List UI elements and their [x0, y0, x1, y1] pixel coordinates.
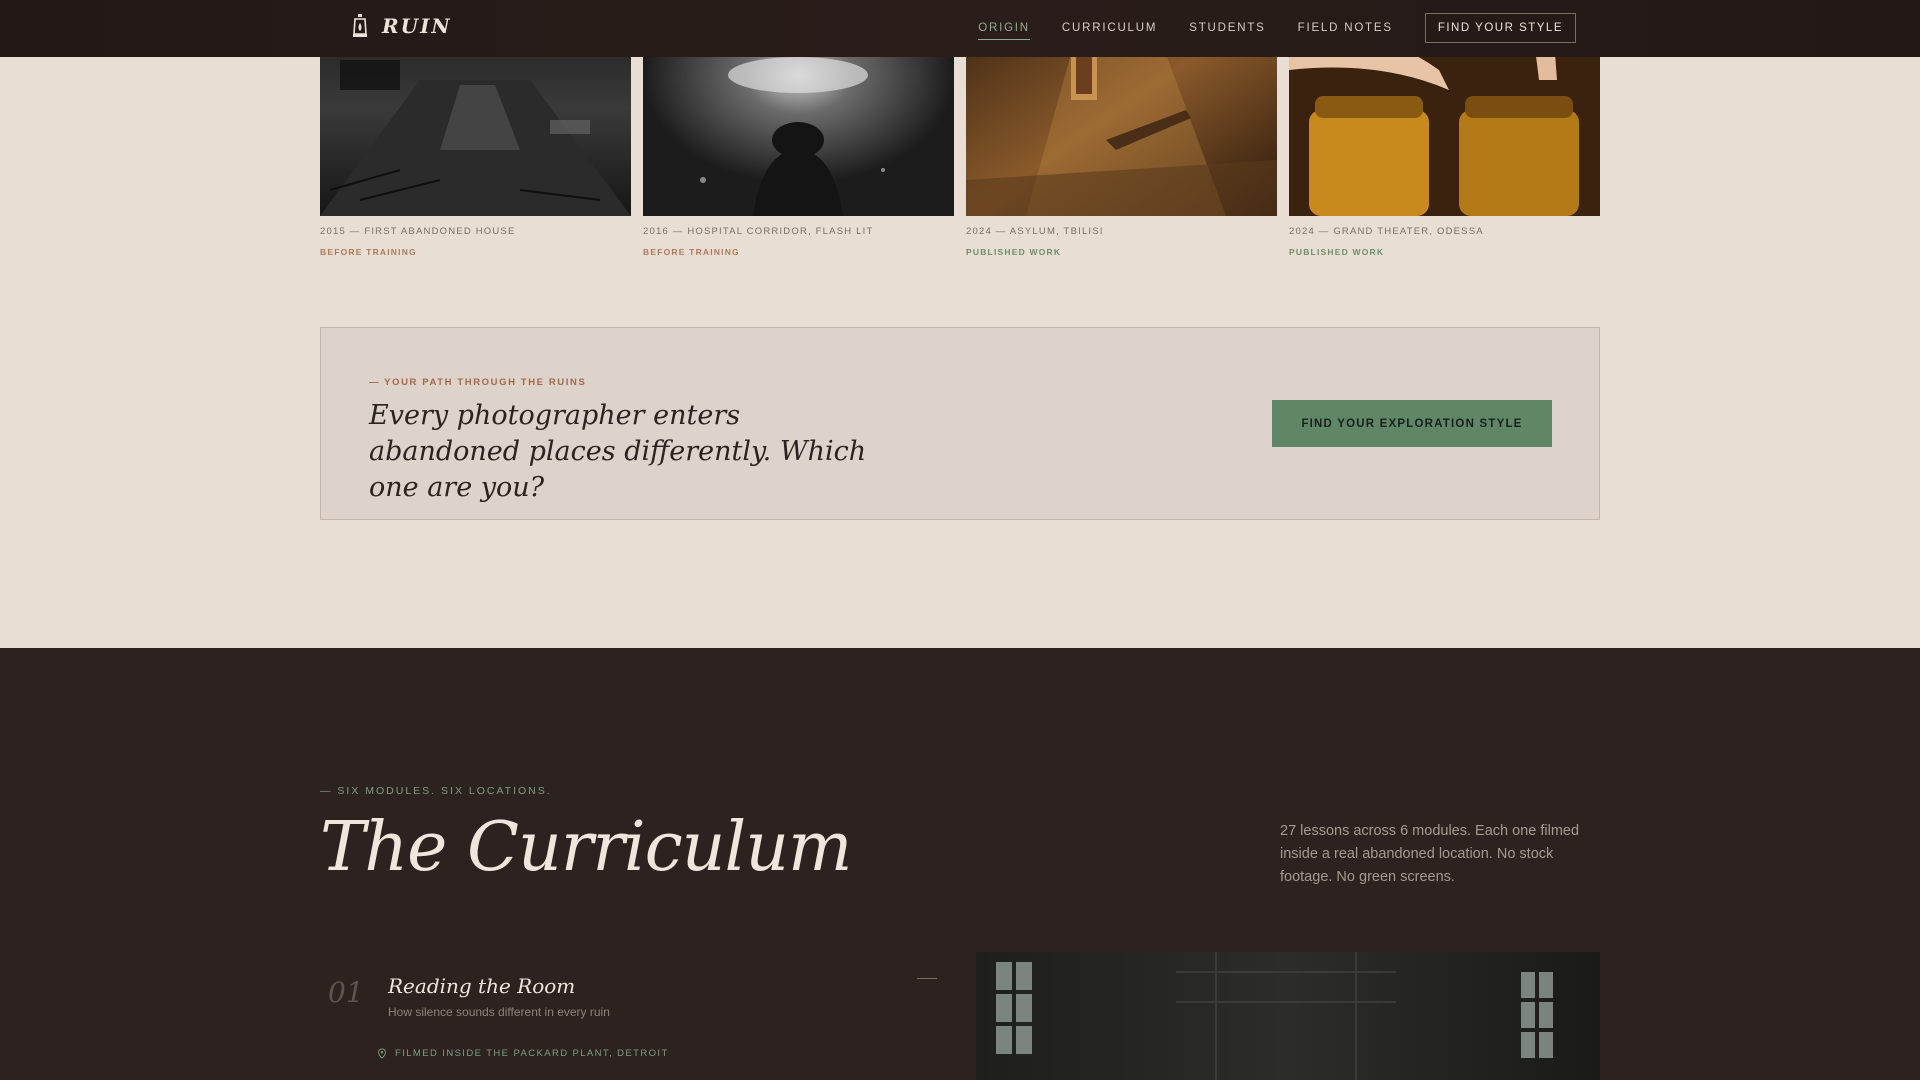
module-photo-packard-plant [976, 952, 1600, 1080]
find-exploration-style-button[interactable]: FIND YOUR EXPLORATION STYLE [1272, 400, 1552, 447]
module-item[interactable]: 01 Reading the Room How silence sounds d… [320, 946, 944, 1080]
find-your-style-button[interactable]: FIND YOUR STYLE [1424, 13, 1576, 43]
nav-link-origin[interactable]: ORIGIN [978, 16, 1030, 40]
nav-link-field-notes[interactable]: FIELD NOTES [1298, 16, 1393, 40]
gallery-caption: 2016 — HOSPITAL CORRIDOR, FLASH LIT [643, 226, 874, 237]
location-pin-icon [378, 1048, 386, 1059]
curriculum-eyebrow: — SIX MODULES. SIX LOCATIONS. [320, 785, 552, 797]
nav-links: ORIGIN CURRICULUM STUDENTS FIELD NOTES F… [978, 13, 1576, 43]
brand[interactable]: RUIN [352, 14, 452, 38]
lantern-icon [353, 14, 367, 37]
gallery-status: PUBLISHED WORK [1289, 247, 1385, 257]
brand-name: RUIN [382, 14, 452, 38]
photo-packard-plant [976, 952, 1600, 1080]
nav-inner: RUIN ORIGIN CURRICULUM STUDENTS FIELD NO… [320, 0, 1600, 57]
style-quiz-callout: — YOUR PATH THROUGH THE RUINS Every phot… [320, 327, 1600, 520]
module-location-text: FILMED INSIDE THE PACKARD PLANT, DETROIT [395, 1048, 669, 1059]
gallery-caption: 2015 — FIRST ABANDONED HOUSE [320, 226, 516, 237]
module-title: Reading the Room [388, 974, 576, 998]
curriculum-title: The Curriculum [320, 808, 852, 887]
top-nav: RUIN ORIGIN CURRICULUM STUDENTS FIELD NO… [0, 0, 1920, 57]
gallery-status: BEFORE TRAINING [643, 247, 740, 257]
nav-link-students[interactable]: STUDENTS [1189, 16, 1265, 40]
module-location: FILMED INSIDE THE PACKARD PLANT, DETROIT [377, 1048, 669, 1059]
gallery-status: BEFORE TRAINING [320, 247, 417, 257]
nav-link-curriculum[interactable]: CURRICULUM [1062, 16, 1157, 40]
gallery-status: PUBLISHED WORK [966, 247, 1062, 257]
callout-headline: Every photographer enters abandoned plac… [369, 400, 867, 503]
callout-eyebrow: — YOUR PATH THROUGH THE RUINS [369, 377, 587, 388]
curriculum-description: 27 lessons across 6 modules. Each one fi… [1280, 823, 1580, 885]
module-subtitle: How silence sounds different in every ru… [388, 1005, 610, 1019]
gallery-caption: 2024 — ASYLUM, TBILISI [966, 226, 1104, 237]
collapse-icon[interactable] [917, 978, 937, 979]
gallery-caption: 2024 — GRAND THEATER, ODESSA [1289, 226, 1484, 237]
curriculum-section: — SIX MODULES. SIX LOCATIONS. The Curric… [0, 648, 1920, 1080]
module-number: 01 [328, 976, 364, 1009]
